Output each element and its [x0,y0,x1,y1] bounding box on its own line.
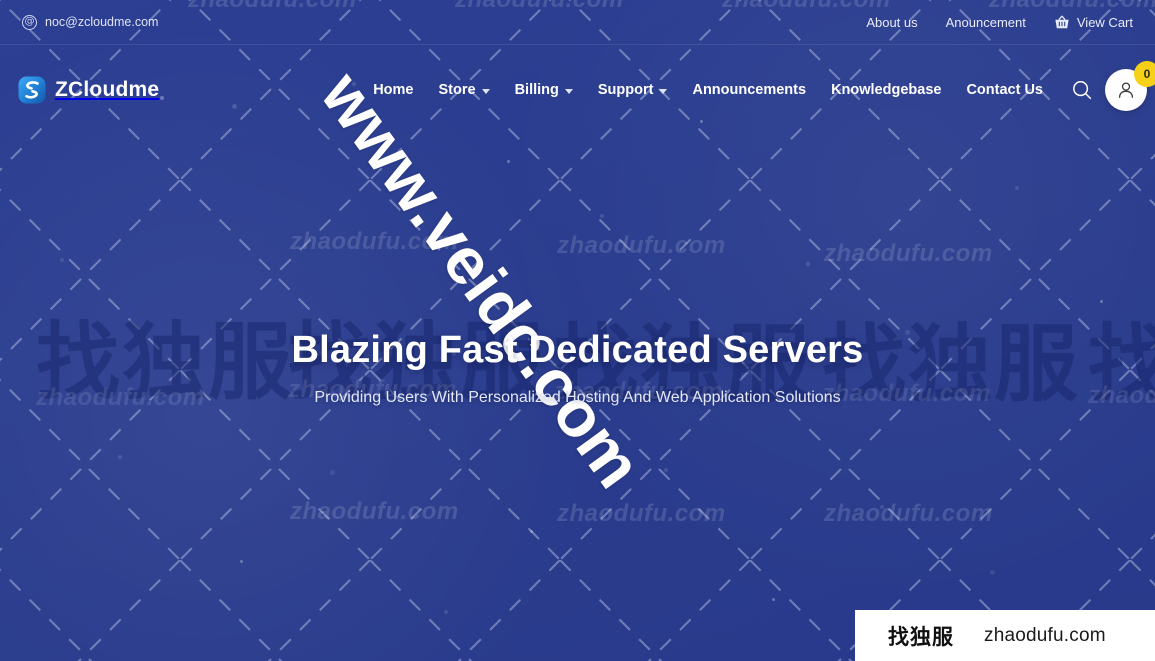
topbar-link-label: View Cart [1076,14,1133,30]
hero-subheading: Providing Users With Personalized Hostin… [314,388,841,406]
hero-heading: Blazing Fast Dedicated Servers [291,329,864,371]
chevron-down-icon [659,88,668,94]
cart-count-badge: 0 [1134,61,1155,87]
main-navigation-bar: ZCloudme Home Store Billing Support Anno… [0,45,1155,135]
nav-item-label: Knowledgebase [831,82,942,98]
topbar-link-about-us[interactable]: About us [866,15,917,30]
top-utility-links: About us Anouncement View Cart [866,15,1133,30]
nav-item-home[interactable]: Home [373,82,413,98]
banner-url-text: zhaodufu.com [984,624,1106,646]
topbar-link-anouncement[interactable]: Anouncement [946,15,1026,30]
chevron-down-icon [564,88,573,94]
banner-cn-text: 找独服 [888,624,954,649]
brand-logo[interactable]: ZCloudme [18,76,159,104]
nav-tools: 0 [1067,61,1155,111]
contact-email[interactable]: @ noc@zcloudme.com [22,14,159,30]
topbar-link-label: Anouncement [945,14,1026,30]
nav-item-label: Store [438,82,476,98]
site-watermark-banner: 找独服 zhaodufu.com [855,610,1155,661]
account-button[interactable]: 0 [1105,61,1155,111]
nav-item-knowledgebase[interactable]: Knowledgebase [831,82,941,98]
nav-item-support[interactable]: Support [598,82,668,98]
zcloudme-logo-icon [18,76,46,104]
contact-email-text: noc@zcloudme.com [45,15,159,29]
nav-item-billing[interactable]: Billing [515,82,573,98]
chevron-down-icon [481,88,490,94]
primary-nav-links: Home Store Billing Support Announcements… [373,82,1051,98]
nav-item-label: Support [597,82,654,98]
brand-name: ZCloudme [55,78,160,101]
search-icon[interactable] [1067,75,1097,105]
hero-copy: Blazing Fast Dedicated Servers Providing… [0,329,1155,407]
at-icon: @ [22,14,37,30]
topbar-link-label: About us [866,14,918,30]
nav-item-label: Contact Us [966,82,1043,98]
shopping-basket-icon [1054,15,1070,30]
nav-item-announcements[interactable]: Announcements [692,82,806,98]
topbar-link-view-cart[interactable]: View Cart [1054,15,1133,30]
top-utility-bar: @ noc@zcloudme.com About us Anouncement … [0,0,1155,45]
nav-item-store[interactable]: Store [439,82,490,98]
nav-item-contact-us[interactable]: Contact Us [966,82,1043,98]
nav-item-label: Billing [514,82,559,98]
nav-item-label: Announcements [692,82,807,98]
nav-item-label: Home [373,82,414,98]
